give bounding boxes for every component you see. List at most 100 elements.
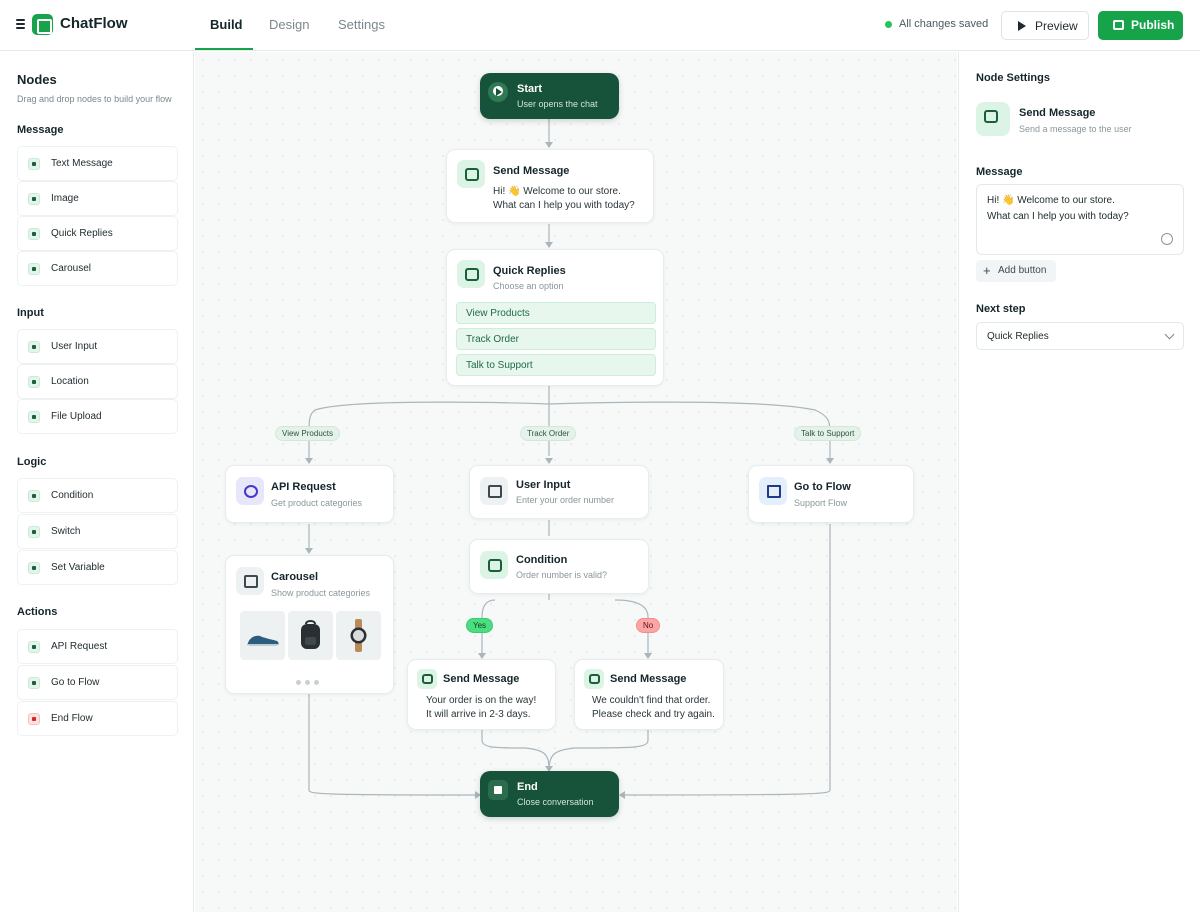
publish-icon — [1113, 20, 1124, 30]
node-title: API Request — [271, 481, 336, 493]
node-item-quick-replies[interactable]: Quick Replies — [17, 216, 178, 251]
start-node-subtitle: User opens the chat — [517, 99, 598, 109]
node-item-location[interactable]: Location — [17, 364, 178, 399]
emoji-icon[interactable] — [1161, 233, 1173, 245]
user-input-node[interactable]: User Input Enter your order number — [469, 465, 649, 519]
node-item-label: Location — [51, 376, 89, 387]
node-item-text-message[interactable]: Text Message — [17, 146, 178, 181]
node-item-api-request[interactable]: API Request — [17, 629, 178, 664]
end-node-title: End — [517, 781, 538, 793]
send-message-no-node[interactable]: Send Message We couldn't find that order… — [574, 659, 724, 730]
node-subtitle: Show product categories — [271, 588, 371, 598]
message-line-1: Hi! 👋 Welcome to our store. — [493, 186, 621, 197]
chat-bubble-icon — [457, 160, 485, 188]
node-item-label: API Request — [51, 641, 108, 652]
node-item-carousel[interactable]: Carousel — [17, 251, 178, 286]
image-icon — [28, 193, 40, 205]
selected-node-title: Send Message — [1019, 107, 1096, 119]
reply-option-label: Track Order — [466, 334, 519, 345]
node-title: User Input — [516, 479, 571, 491]
node-item-label: Image — [51, 193, 79, 204]
node-item-end-flow[interactable]: End Flow — [17, 701, 178, 736]
next-step-select[interactable]: Quick Replies — [976, 322, 1184, 350]
message-text-line-1: Hi! 👋 Welcome to our store. — [987, 195, 1115, 206]
node-item-go-to-flow[interactable]: Go to Flow — [17, 665, 178, 700]
preview-button[interactable]: Preview — [1001, 11, 1089, 40]
backpack-image[interactable] — [288, 611, 333, 660]
node-item-label: User Input — [51, 341, 98, 352]
node-subtitle: Order number is valid? — [516, 570, 608, 580]
api-request-node[interactable]: API Request Get product categories — [225, 465, 394, 523]
branch-label: Talk to Support — [794, 426, 862, 441]
node-subtitle: Get product categories — [271, 498, 363, 508]
chevron-down-icon — [1164, 329, 1175, 340]
variable-icon — [28, 562, 40, 574]
end-node-subtitle: Close conversation — [517, 797, 594, 807]
save-status: All changes saved — [885, 18, 988, 30]
tab-settings[interactable]: Settings — [338, 17, 385, 32]
chat-bubble-icon — [417, 669, 437, 689]
chat-bubble-icon — [584, 669, 604, 689]
shoe-image[interactable] — [240, 611, 285, 660]
reply-option-label: Talk to Support — [466, 360, 533, 371]
switch-icon — [28, 526, 40, 538]
chat-bubble-icon — [976, 102, 1010, 136]
watch-image[interactable] — [336, 611, 381, 660]
gear-icon — [236, 477, 264, 505]
arrow-right-icon — [28, 677, 40, 689]
node-subtitle: Support Flow — [794, 498, 848, 508]
carousel-node[interactable]: Carousel Show product categories — [225, 555, 394, 694]
add-button-label: Add button — [998, 265, 1047, 276]
node-item-file-upload[interactable]: File Upload — [17, 399, 178, 434]
stop-icon — [28, 713, 40, 725]
node-item-set-variable[interactable]: Set Variable — [17, 550, 178, 585]
message-textarea[interactable]: Hi! 👋 Welcome to our store. What can I h… — [976, 184, 1184, 255]
add-button-button[interactable]: + Add button — [976, 260, 1056, 282]
menu-icon[interactable] — [16, 19, 25, 29]
message-line-1: We couldn't find that order. — [592, 695, 711, 706]
node-item-label: Go to Flow — [51, 677, 100, 688]
tab-build[interactable]: Build — [210, 17, 243, 32]
node-title: Send Message — [443, 673, 520, 685]
node-title: Send Message — [493, 165, 570, 177]
node-subtitle: Choose an option — [493, 281, 564, 291]
go-to-flow-node[interactable]: Go to Flow Support Flow — [748, 465, 914, 523]
node-item-label: Condition — [51, 490, 94, 501]
condition-node[interactable]: Condition Order number is valid? — [469, 539, 649, 594]
node-item-condition[interactable]: Condition — [17, 478, 178, 513]
start-node-title: Start — [517, 83, 543, 95]
list-icon — [457, 260, 485, 288]
tab-design[interactable]: Design — [269, 17, 309, 32]
group-label-logic: Logic — [17, 456, 47, 468]
node-title: Send Message — [610, 673, 687, 685]
reply-option[interactable]: Track Order — [456, 328, 656, 350]
flow-canvas[interactable]: Start User opens the chat Send Message H… — [195, 52, 957, 912]
branch-label: Track Order — [520, 426, 577, 441]
logo-icon — [32, 14, 53, 35]
message-line-2: It will arrive in 2-3 days. — [426, 709, 531, 720]
send-message-node[interactable]: Send Message Hi! 👋 Welcome to our store.… — [446, 149, 654, 223]
reply-option[interactable]: View Products — [456, 302, 656, 324]
reply-option-label: View Products — [466, 308, 530, 319]
reply-option[interactable]: Talk to Support — [456, 354, 656, 376]
message-line-2: What can I help you with today? — [493, 200, 635, 211]
selected-node-subtitle: Send a message to the user — [1019, 124, 1132, 134]
message-line-1: Your order is on the way! — [426, 695, 537, 706]
message-line-2: Please check and try again. — [592, 709, 715, 720]
end-node[interactable]: End Close conversation — [480, 771, 619, 817]
node-item-switch[interactable]: Switch — [17, 514, 178, 549]
stop-icon — [488, 780, 508, 800]
location-pin-icon — [28, 376, 40, 388]
node-item-user-input[interactable]: User Input — [17, 329, 178, 364]
node-item-image[interactable]: Image — [17, 181, 178, 216]
node-title: Condition — [516, 554, 568, 566]
node-item-label: Quick Replies — [51, 228, 113, 239]
keyboard-icon — [480, 477, 508, 505]
quick-replies-icon — [28, 228, 40, 240]
publish-button[interactable]: Publish — [1098, 11, 1183, 40]
quick-replies-node[interactable]: Quick Replies Choose an option View Prod… — [446, 249, 664, 386]
carousel-pagination[interactable] — [296, 672, 326, 685]
send-message-yes-node[interactable]: Send Message Your order is on the way! I… — [407, 659, 556, 730]
arrow-right-icon — [759, 477, 787, 505]
start-node[interactable]: Start User opens the chat — [480, 73, 619, 119]
